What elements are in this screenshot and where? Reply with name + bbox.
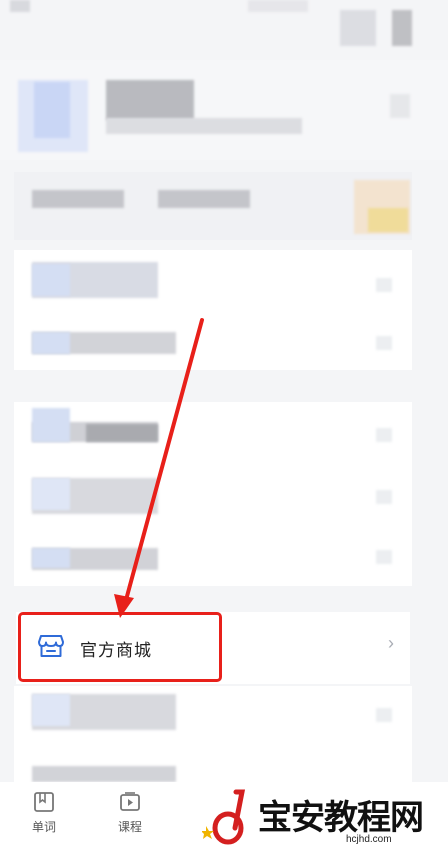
watermark-text: 宝安教程网 <box>258 798 424 838</box>
watermark: 宝安教程网 hcjhd.com <box>196 782 448 853</box>
d-logo-icon <box>202 789 246 845</box>
book-icon <box>34 792 54 812</box>
watermark-url: hcjhd.com <box>346 834 392 845</box>
annotation-arrow <box>114 318 204 618</box>
tab-words-label: 单词 <box>31 820 56 834</box>
video-icon <box>120 792 140 811</box>
tab-courses-label: 课程 <box>117 820 142 834</box>
tab-words[interactable]: 单词 <box>14 782 74 835</box>
tab-courses[interactable]: 课程 <box>100 782 160 835</box>
